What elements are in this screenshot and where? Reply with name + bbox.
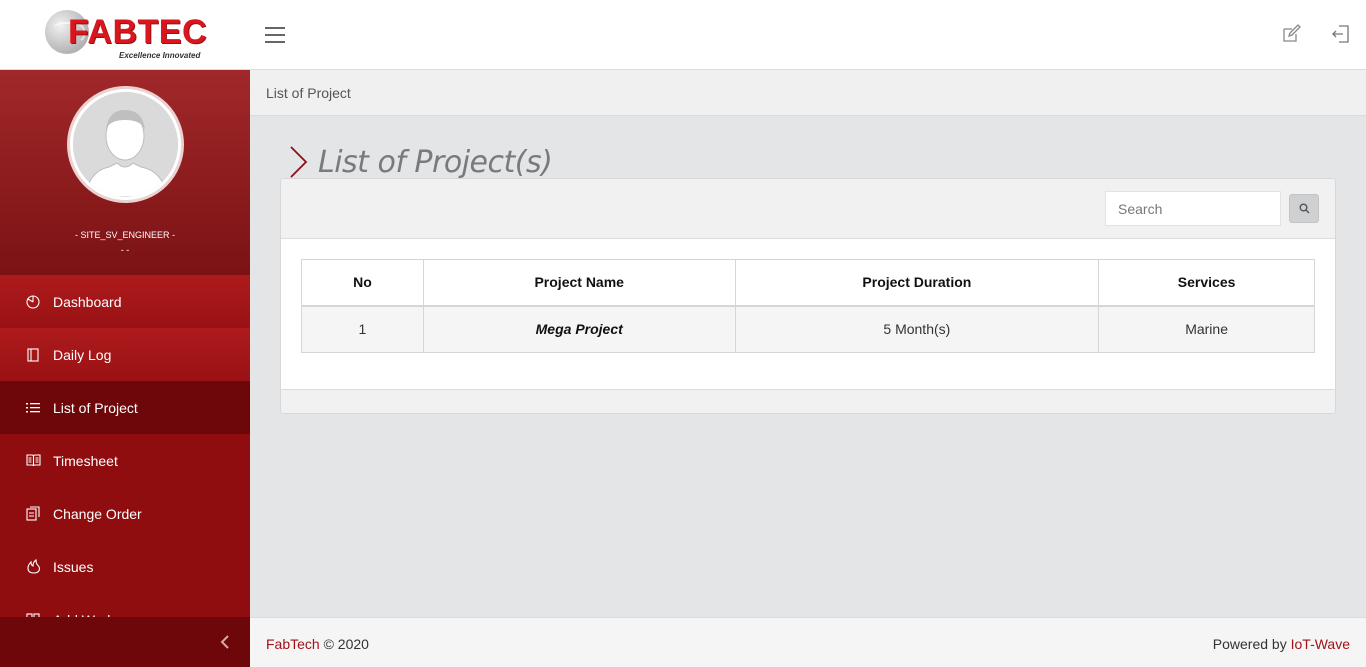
sidebar-item-label: Dashboard xyxy=(53,293,122,310)
column-header-services[interactable]: Services xyxy=(1098,259,1315,307)
column-header-project-duration[interactable]: Project Duration xyxy=(734,259,1100,307)
project-table: No Project Name Project Duration Service… xyxy=(301,259,1315,353)
page-footer: FabTech © 2020 Powered by IoT-Wave xyxy=(250,617,1366,667)
footer-powered: Powered by IoT-Wave xyxy=(1213,636,1350,652)
fire-icon xyxy=(25,559,41,575)
user-subtext: - - xyxy=(120,245,130,255)
clipboard-icon xyxy=(25,506,41,522)
page-title: List of Project(s) xyxy=(318,144,553,180)
notebook-icon xyxy=(25,347,41,363)
chevron-right-icon xyxy=(290,146,308,178)
footer-copyright-text: © 2020 xyxy=(323,636,369,652)
sidebar-nav: Dashboard Daily Log List of Project Time… xyxy=(0,275,250,646)
cell-duration: 5 Month(s) xyxy=(734,305,1100,353)
search-icon xyxy=(1299,203,1309,214)
sidebar-item-label: Issues xyxy=(53,558,94,575)
logo-tagline: Excellence Innovated xyxy=(119,51,201,60)
breadcrumb-bar: List of Project xyxy=(250,70,1366,116)
sidebar-footer xyxy=(0,617,250,667)
footer-powered-text: Powered by xyxy=(1212,636,1287,652)
page-title-wrap: List of Project(s) xyxy=(288,142,553,182)
table-header-row: No Project Name Project Duration Service… xyxy=(301,259,1315,307)
user-role: - SITE_SV_ENGINEER - xyxy=(74,230,176,240)
sidebar-item-daily-log[interactable]: Daily Log xyxy=(0,328,250,381)
sidebar-item-issues[interactable]: Issues xyxy=(0,540,250,593)
logo-text: FABTEC xyxy=(68,13,207,51)
dashboard-icon xyxy=(25,294,41,310)
fabtec-logo[interactable]: FABTEC Excellence Innovated xyxy=(0,0,250,70)
table-row[interactable]: 1 Mega Project 5 Month(s) Marine xyxy=(301,305,1315,353)
sidebar-item-label: Timesheet xyxy=(53,452,118,469)
sidebar-item-timesheet[interactable]: Timesheet xyxy=(0,434,250,487)
panel-footer xyxy=(281,389,1335,413)
sidebar-item-dashboard[interactable]: Dashboard xyxy=(0,275,250,328)
cell-services: Marine xyxy=(1098,305,1315,353)
breadcrumb: List of Project xyxy=(266,85,351,101)
top-header: FABTEC Excellence Innovated xyxy=(0,0,1366,70)
column-header-no[interactable]: No xyxy=(301,259,424,307)
footer-powered-link[interactable]: IoT-Wave xyxy=(1291,636,1350,652)
cell-project-name[interactable]: Mega Project xyxy=(422,305,736,353)
user-silhouette-icon xyxy=(73,92,178,197)
logout-icon[interactable] xyxy=(1331,24,1351,44)
search-button[interactable] xyxy=(1289,194,1319,223)
project-list-panel: No Project Name Project Duration Service… xyxy=(280,178,1336,414)
user-profile: - SITE_SV_ENGINEER - - - xyxy=(0,70,250,275)
sidebar-item-change-order[interactable]: Change Order xyxy=(0,487,250,540)
sidebar: - SITE_SV_ENGINEER - - - Dashboard Daily… xyxy=(0,70,250,667)
book-icon xyxy=(25,453,41,469)
sidebar-item-label: List of Project xyxy=(53,399,138,416)
avatar[interactable] xyxy=(67,86,184,203)
sidebar-item-list-of-project[interactable]: List of Project xyxy=(0,381,250,434)
panel-header xyxy=(281,179,1335,239)
footer-copyright: FabTech © 2020 xyxy=(266,636,369,652)
edit-icon[interactable] xyxy=(1281,24,1301,44)
chevron-left-icon[interactable] xyxy=(218,633,232,651)
footer-brand-link[interactable]: FabTech xyxy=(266,636,320,652)
hamburger-icon[interactable] xyxy=(265,27,285,43)
sidebar-item-label: Daily Log xyxy=(53,346,112,363)
search-input[interactable] xyxy=(1105,191,1281,226)
column-header-project-name[interactable]: Project Name xyxy=(422,259,736,307)
list-icon xyxy=(25,400,41,416)
sidebar-item-label: Change Order xyxy=(53,505,142,522)
cell-no: 1 xyxy=(301,305,424,353)
